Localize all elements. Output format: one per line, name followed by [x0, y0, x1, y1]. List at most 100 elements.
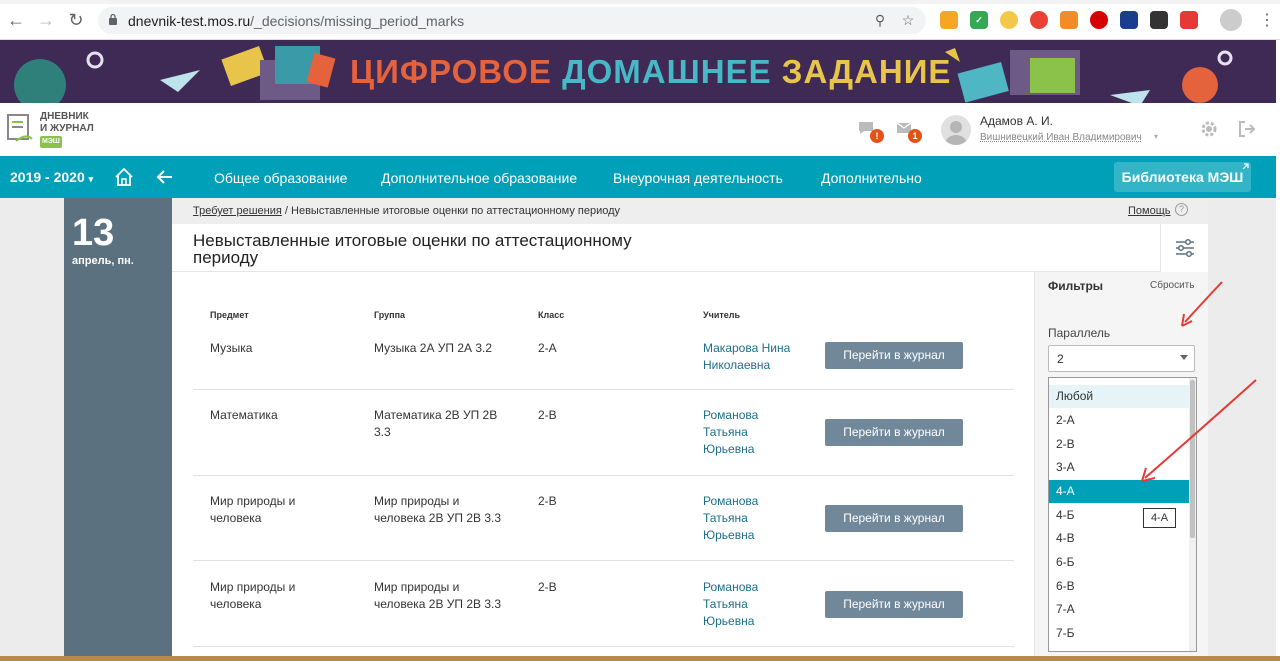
dropdown-option[interactable]: 4-В	[1049, 527, 1190, 550]
row-2-subject: Математика	[210, 407, 278, 424]
date-panel	[64, 198, 172, 661]
parallel-select-value: 2	[1057, 352, 1064, 366]
row-2-subject-line: Математика	[210, 408, 278, 422]
row-4-class: 2-В	[538, 580, 557, 594]
row-1-group: Музыка 2А УП 2А 3.2	[374, 340, 492, 357]
row-4-teacher-line-3: Юрьевна	[703, 614, 755, 628]
settings-gear-icon[interactable]	[1200, 120, 1218, 138]
filters-title: Фильтры	[1048, 279, 1104, 293]
page-title-line-2: периоду	[193, 248, 259, 267]
back-nav-icon[interactable]	[156, 168, 174, 186]
help-question-icon[interactable]: ?	[1175, 203, 1188, 216]
extension-face-icon[interactable]	[1000, 11, 1018, 29]
row-1-subject: Музыка	[210, 340, 252, 357]
row-3-teacher-line-1: Романова	[703, 494, 759, 508]
row-4-teacher[interactable]: Романова Татьяна Юрьевна	[703, 579, 758, 630]
browser-menu-icon[interactable]: ⋮	[1259, 10, 1275, 30]
dropdown-option-highlighted[interactable]: 4-А	[1049, 480, 1190, 503]
row-4-group: Мир природы и человека 2В УП 2В 3.3	[374, 579, 501, 613]
home-icon[interactable]	[113, 166, 135, 188]
row-4-subject-line-2: человека	[210, 597, 262, 611]
logout-icon[interactable]	[1238, 120, 1256, 138]
row-2-teacher-line-2: Татьяна	[703, 425, 748, 439]
nav-general-education[interactable]: Общее образование	[214, 170, 347, 186]
banner-word-3: ЗАДАНИЕ	[781, 53, 952, 90]
url-domain: dnevnik-test.mos.ru	[128, 13, 251, 29]
scrollbar-thumb[interactable]	[1190, 380, 1195, 538]
row-4-group-line-2: человека 2В УП 2В 3.3	[374, 597, 502, 611]
library-button[interactable]: Библиотека МЭШ	[1114, 162, 1251, 192]
user-caret-icon[interactable]: ▾	[1154, 132, 1158, 141]
extension-c-icon[interactable]	[1180, 11, 1198, 29]
dropdown-option[interactable]: 6-В	[1049, 575, 1190, 598]
dropdown-option[interactable]: 7-Б	[1049, 622, 1190, 645]
extension-new-icon[interactable]	[1120, 11, 1138, 29]
extension-opera-icon[interactable]	[1090, 11, 1108, 29]
row-2-teacher-line-3: Юрьевна	[703, 442, 755, 456]
zoom-icon[interactable]: ⚲	[872, 12, 888, 28]
dropdown-option[interactable]: 2-В	[1049, 433, 1190, 456]
filters-reset-link[interactable]: Сбросить	[1150, 280, 1194, 291]
row-4-subject-line-1: Мир природы и	[210, 580, 296, 594]
row-3-teacher[interactable]: Романова Татьяна Юрьевна	[703, 493, 758, 544]
year-selector[interactable]: 2019 - 2020 ▾	[10, 169, 93, 185]
lock-icon	[109, 13, 117, 25]
row-3-open-journal-button[interactable]: Перейти в журнал	[825, 505, 963, 532]
row-2-group: Математика 2В УП 2В 3.3	[374, 407, 497, 441]
promo-banner[interactable]: ЦИФРОВОЕ ДОМАШНЕЕ ЗАДАНИЕ	[0, 40, 1276, 103]
dropdown-option[interactable]: Любой	[1049, 385, 1190, 408]
taskbar-strip	[0, 656, 1280, 661]
nav-additional-education[interactable]: Дополнительное образование	[381, 170, 577, 186]
row-divider	[193, 560, 1014, 561]
nav-more[interactable]: Дополнительно	[821, 170, 922, 186]
filter-settings-button[interactable]	[1160, 224, 1208, 272]
dropdown-option[interactable]: 6-Б	[1049, 551, 1190, 574]
nav-extracurricular[interactable]: Внеурочная деятельность	[613, 170, 783, 186]
extension-target-icon[interactable]	[1030, 11, 1048, 29]
app-header: ДНЕВНИК И ЖУРНАЛ МЭШ ! 1 Адамов А. И. Ви…	[0, 103, 1276, 156]
profile-avatar-icon[interactable]	[1220, 9, 1242, 31]
notifications-badge: !	[870, 129, 884, 143]
dropdown-option[interactable]: 7-А	[1049, 598, 1190, 621]
breadcrumb: Требует решения / Невыставленные итоговы…	[193, 205, 620, 217]
browser-toolbar: ← → ↻ dnevnik-test.mos.ru/_decisions/mis…	[0, 0, 1280, 40]
row-3-teacher-line-2: Татьяна	[703, 511, 748, 525]
row-1-open-journal-button[interactable]: Перейти в журнал	[825, 342, 963, 369]
row-2-open-journal-button[interactable]: Перейти в журнал	[825, 419, 963, 446]
row-3-subject: Мир природы и человека	[210, 493, 295, 527]
user-avatar[interactable]	[941, 115, 971, 145]
diary-logo-icon[interactable]	[6, 113, 34, 143]
year-label: 2019 - 2020	[10, 169, 85, 185]
extension-so-icon[interactable]	[1150, 11, 1168, 29]
parallel-select[interactable]: 2	[1048, 345, 1195, 372]
row-3-teacher-line-3: Юрьевна	[703, 528, 755, 542]
forward-arrow-icon[interactable]: →	[36, 10, 56, 30]
dropdown-option[interactable]: 3-А	[1049, 456, 1190, 479]
logo-text[interactable]: ДНЕВНИК И ЖУРНАЛ МЭШ	[40, 111, 94, 148]
row-divider	[193, 475, 1014, 476]
dropdown-option[interactable]: 2-А	[1049, 409, 1190, 432]
breadcrumb-link[interactable]: Требует решения	[193, 205, 282, 217]
row-2-teacher[interactable]: Романова Татьяна Юрьевна	[703, 407, 758, 458]
row-2-teacher-line-1: Романова	[703, 408, 759, 422]
option-tooltip: 4-А	[1143, 508, 1176, 528]
header-group: Группа	[374, 310, 406, 320]
row-1-teacher[interactable]: Макарова Нина Николаевна	[703, 340, 790, 374]
back-arrow-icon[interactable]: ←	[6, 10, 26, 30]
url-text: dnevnik-test.mos.ru/_decisions/missing_p…	[128, 13, 464, 29]
extension-check-icon[interactable]: ✓	[970, 11, 988, 29]
bookmark-star-icon[interactable]: ☆	[900, 12, 916, 28]
row-3-group-line-1: Мир природы и	[374, 494, 460, 508]
help-link[interactable]: Помощь	[1128, 205, 1171, 217]
row-3-class: 2-В	[538, 494, 557, 508]
row-1-subject-line: Музыка	[210, 341, 253, 355]
logo-line-2: И ЖУРНАЛ	[40, 123, 94, 134]
user-role-select[interactable]: Вишнивецкий Иван Владимирович	[980, 132, 1142, 143]
address-bar[interactable]: dnevnik-test.mos.ru/_decisions/missing_p…	[98, 7, 926, 34]
extension-icon[interactable]	[940, 11, 958, 29]
dropdown-scrollbar[interactable]	[1189, 378, 1196, 651]
extension-bag-icon[interactable]	[1060, 11, 1078, 29]
banner-word-1: ЦИФРОВОЕ	[350, 53, 552, 90]
reload-icon[interactable]: ↻	[66, 10, 86, 30]
row-4-open-journal-button[interactable]: Перейти в журнал	[825, 591, 963, 618]
